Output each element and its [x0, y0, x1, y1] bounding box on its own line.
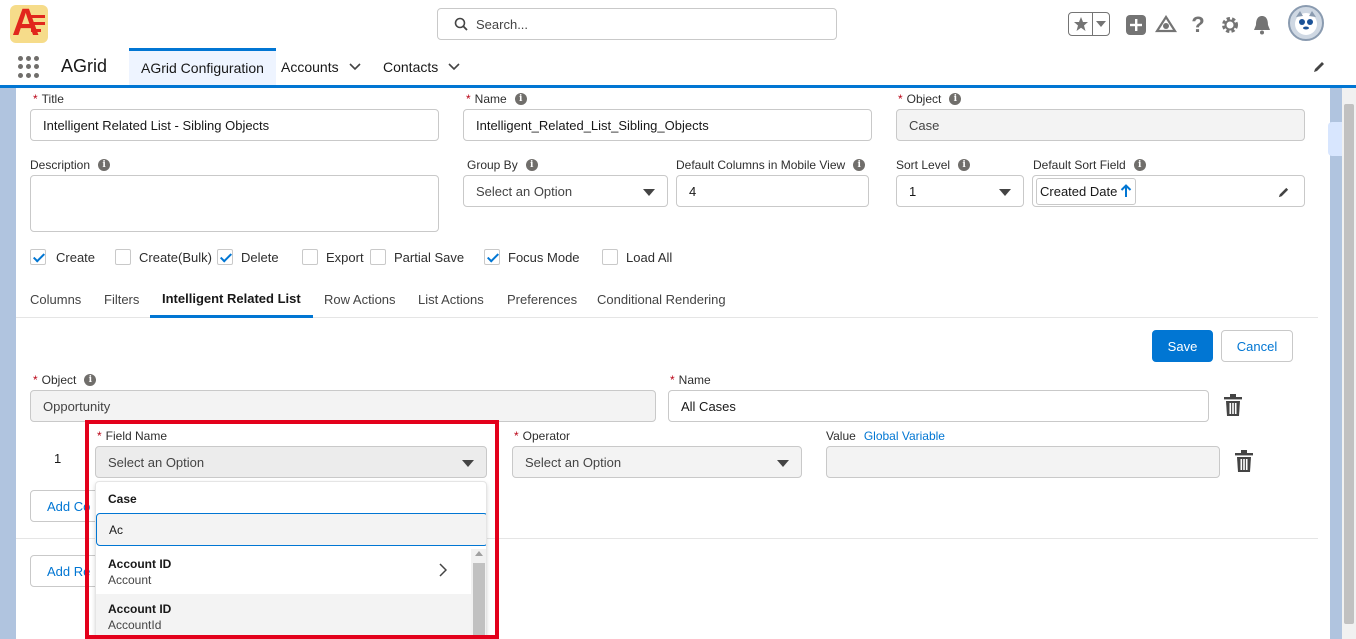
value-input[interactable] — [826, 446, 1220, 478]
irl-object-input: Opportunity — [30, 390, 656, 422]
favorites-dropdown-icon[interactable] — [1093, 13, 1109, 35]
info-icon: i — [98, 159, 111, 171]
value-label: Value Global Variable — [826, 429, 945, 443]
object-input: Case — [896, 109, 1305, 141]
info-icon: i — [525, 159, 538, 171]
star-icon[interactable] — [1069, 13, 1093, 35]
description-label: Description i — [30, 158, 111, 172]
load-all-checkbox[interactable]: Load All — [602, 249, 672, 265]
save-button[interactable]: Save — [1152, 330, 1213, 362]
sort-level-label: Sort Level i — [896, 158, 971, 172]
chevron-down-icon[interactable] — [448, 62, 460, 71]
nav-tab-contacts[interactable]: Contacts — [383, 48, 460, 85]
default-sort-field-label: Default Sort Field i — [1033, 158, 1146, 172]
name-input[interactable]: Intelligent_Related_List_Sibling_Objects — [463, 109, 872, 141]
info-icon: i — [949, 93, 962, 105]
dropdown-arrow-icon — [777, 460, 789, 467]
dropdown-arrow-icon — [999, 189, 1011, 196]
bell-icon[interactable] — [1251, 14, 1273, 36]
nav-tab-label: Accounts — [281, 58, 339, 75]
annotation-highlight-box — [85, 420, 499, 639]
tab-filters[interactable]: Filters — [104, 281, 139, 318]
nav-tab-agrid-configuration[interactable]: AGrid Configuration — [129, 48, 276, 85]
description-textarea[interactable] — [30, 175, 439, 232]
name-label: * Name i — [466, 92, 527, 106]
global-actions-icon[interactable] — [1125, 14, 1147, 36]
cancel-button[interactable]: Cancel — [1221, 330, 1293, 362]
help-icon[interactable]: ? — [1187, 12, 1209, 37]
create-bulk-checkbox[interactable]: Create(Bulk) — [115, 249, 212, 265]
delete-condition-trash-icon[interactable] — [1235, 450, 1253, 472]
title-input[interactable]: Intelligent Related List - Sibling Objec… — [30, 109, 439, 141]
trailhead-icon[interactable] — [1155, 14, 1177, 36]
group-by-label: Group By i — [467, 158, 538, 172]
group-by-select[interactable]: Select an Option — [463, 175, 668, 207]
chevron-down-icon[interactable] — [349, 62, 361, 71]
tab-preferences[interactable]: Preferences — [507, 281, 577, 318]
delete-related-list-trash-icon[interactable] — [1224, 394, 1242, 416]
focus-mode-checkbox[interactable]: Focus Mode — [484, 249, 580, 265]
favorites-button[interactable] — [1068, 12, 1110, 36]
title-label: * Title — [33, 92, 64, 106]
global-search-input[interactable]: Search... — [437, 8, 837, 40]
export-checkbox[interactable]: Export — [302, 249, 364, 265]
search-icon — [454, 17, 468, 31]
global-header: A Search... ? — [0, 0, 1356, 48]
global-variable-link[interactable]: Global Variable — [864, 429, 945, 443]
delete-checkbox[interactable]: Delete — [217, 249, 279, 265]
app-nav-bar: AGrid AGrid Configuration Accounts Conta… — [0, 48, 1356, 88]
user-avatar[interactable] — [1288, 5, 1324, 41]
nav-tab-label: Contacts — [383, 58, 439, 75]
nav-tab-label: AGrid Configuration — [141, 60, 264, 76]
irl-name-input[interactable]: All Cases — [668, 390, 1209, 422]
nav-tab-accounts[interactable]: Accounts — [281, 48, 361, 85]
sort-field-pill[interactable]: Created Date — [1036, 177, 1137, 205]
tab-list-actions[interactable]: List Actions — [418, 281, 484, 318]
app-logo-icon[interactable]: A — [10, 5, 48, 43]
tab-row-actions[interactable]: Row Actions — [324, 281, 396, 318]
create-checkbox[interactable]: Create — [30, 249, 95, 265]
sort-level-select[interactable]: 1 — [896, 175, 1024, 207]
partial-save-checkbox[interactable]: Partial Save — [370, 249, 464, 265]
edit-nav-pencil-icon[interactable] — [1312, 60, 1326, 74]
info-icon: i — [84, 374, 97, 386]
tab-intelligent-related-list[interactable]: Intelligent Related List — [150, 281, 313, 318]
page-scrollbar[interactable] — [1342, 88, 1356, 639]
dropdown-arrow-icon — [643, 189, 655, 196]
config-tabs: Columns Filters Intelligent Related List… — [16, 281, 1318, 318]
search-placeholder: Search... — [476, 17, 529, 32]
object-label: * Object i — [898, 92, 962, 106]
operator-select[interactable]: Select an Option — [512, 446, 802, 478]
irl-name-label: * Name — [670, 373, 711, 387]
app-name: AGrid — [61, 56, 108, 76]
operator-label: * Operator — [514, 429, 571, 443]
info-icon: i — [853, 159, 866, 171]
info-icon: i — [958, 159, 971, 171]
default-columns-mobile-label: Default Columns in Mobile View i — [676, 158, 866, 172]
default-columns-mobile-input[interactable]: 4 — [676, 175, 869, 207]
gear-icon[interactable] — [1219, 14, 1241, 36]
info-icon: i — [514, 93, 527, 105]
irl-object-label: * Object i — [33, 373, 97, 387]
app-launcher-icon[interactable] — [18, 56, 40, 78]
info-icon: i — [1133, 159, 1146, 171]
tab-conditional-rendering[interactable]: Conditional Rendering — [597, 281, 726, 318]
arrow-up-icon[interactable] — [1120, 184, 1132, 198]
default-sort-field-input[interactable]: Created Date — [1032, 175, 1305, 207]
edit-pencil-icon[interactable] — [1277, 186, 1290, 199]
condition-row-number: 1 — [54, 451, 62, 466]
tab-columns[interactable]: Columns — [30, 281, 81, 318]
